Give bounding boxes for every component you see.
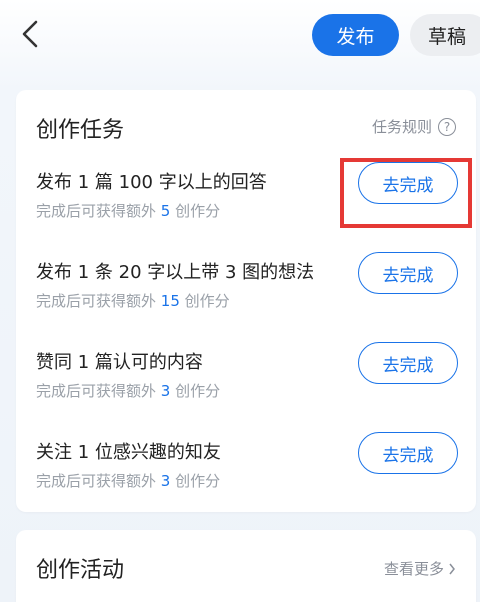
see-more-label: 查看更多 — [383, 560, 444, 578]
see-more-link[interactable]: 查看更多 — [384, 558, 456, 579]
task-reward: 完成后可获得额外 3 创作分 — [36, 472, 221, 490]
chevron-left-icon — [22, 20, 38, 48]
reward-points: 3 — [160, 472, 171, 490]
go-complete-button[interactable]: 去完成 — [358, 432, 458, 474]
creation-activity-card: 创作活动 查看更多 — [16, 530, 476, 602]
reward-points: 5 — [160, 202, 171, 220]
task-item: 赞同 1 篇认可的内容 完成后可获得额外 3 创作分 去完成 — [36, 342, 458, 418]
go-complete-button[interactable]: 去完成 — [358, 252, 458, 294]
chevron-right-icon — [449, 563, 455, 574]
task-title: 赞同 1 篇认可的内容 — [36, 352, 203, 373]
task-rules-label: 任务规则 — [371, 118, 432, 136]
drafts-button[interactable]: 草稿 — [410, 14, 480, 56]
reward-points: 3 — [160, 382, 171, 400]
go-complete-button[interactable]: 去完成 — [358, 162, 458, 204]
task-reward: 完成后可获得额外 5 创作分 — [36, 202, 221, 220]
top-bar: 发布 草稿 — [0, 0, 480, 72]
publish-button[interactable]: 发布 — [312, 14, 399, 56]
task-title: 关注 1 位感兴趣的知友 — [36, 442, 221, 463]
question-icon: ? — [438, 117, 456, 136]
task-item: 发布 1 条 20 字以上带 3 图的想法 完成后可获得额外 15 创作分 去完… — [36, 252, 458, 328]
task-item: 关注 1 位感兴趣的知友 完成后可获得额外 3 创作分 去完成 — [36, 432, 458, 508]
back-button[interactable] — [12, 14, 48, 54]
reward-points: 15 — [160, 292, 180, 310]
task-title: 发布 1 条 20 字以上带 3 图的想法 — [36, 262, 315, 283]
go-complete-button[interactable]: 去完成 — [358, 342, 458, 384]
section-title: 创作活动 — [36, 558, 125, 583]
creation-tasks-card: 创作任务 任务规则 ? 发布 1 篇 100 字以上的回答 完成后可获得额外 5… — [16, 90, 476, 512]
task-reward: 完成后可获得额外 3 创作分 — [36, 382, 221, 400]
task-rules-link[interactable]: 任务规则 ? — [372, 116, 456, 137]
task-reward: 完成后可获得额外 15 创作分 — [36, 292, 230, 310]
task-title: 发布 1 篇 100 字以上的回答 — [36, 172, 267, 193]
section-title: 创作任务 — [36, 118, 125, 143]
task-item: 发布 1 篇 100 字以上的回答 完成后可获得额外 5 创作分 去完成 — [36, 162, 458, 238]
